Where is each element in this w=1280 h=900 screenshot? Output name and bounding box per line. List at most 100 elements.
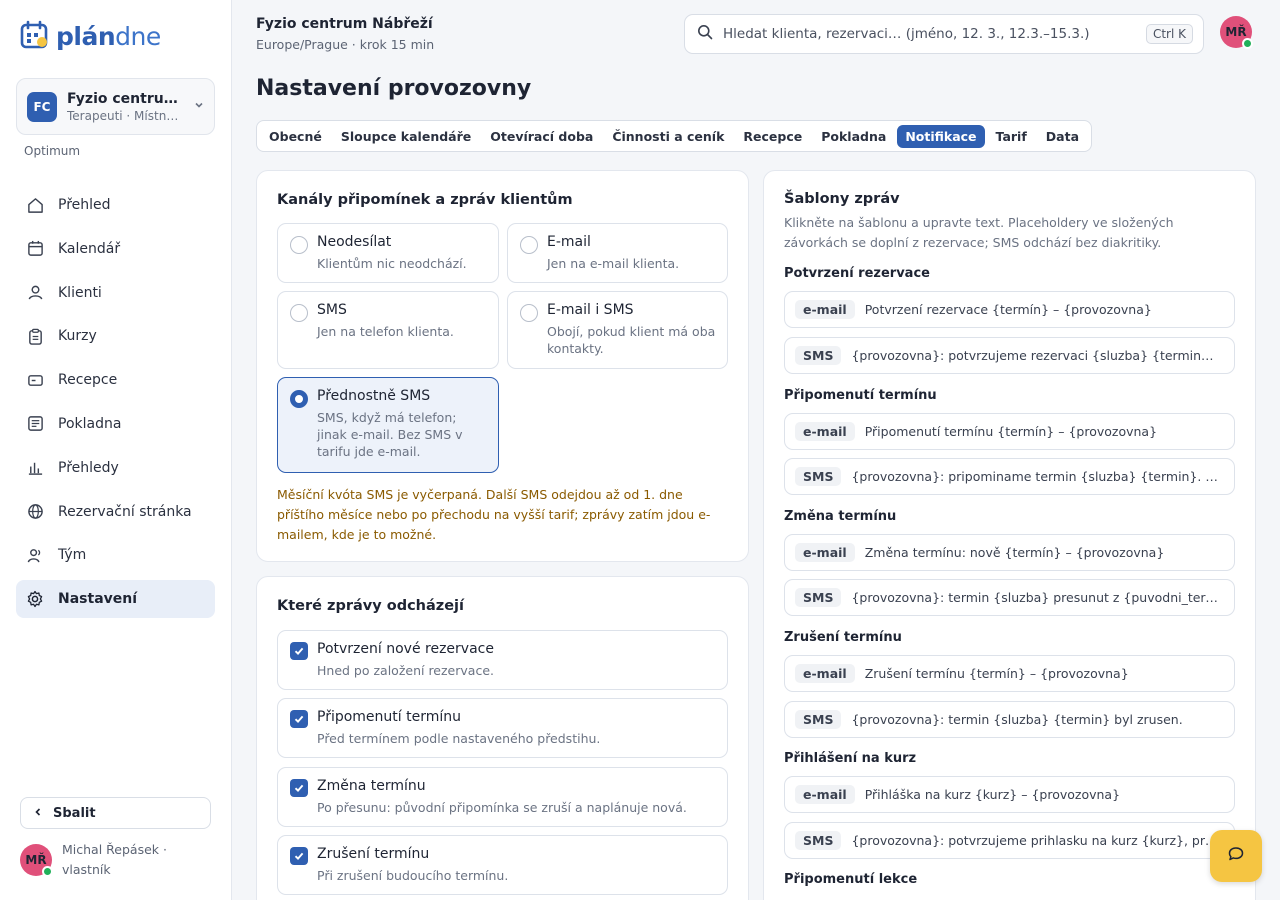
channel-tag: e-mail bbox=[795, 785, 855, 804]
nav-item-kalendar[interactable]: Kalendář bbox=[16, 230, 215, 268]
tab-sloupce-kalendare[interactable]: Sloupce kalendáře bbox=[333, 125, 479, 148]
tab-tarif[interactable]: Tarif bbox=[988, 125, 1035, 148]
online-status-dot bbox=[1242, 38, 1253, 49]
template-sms[interactable]: SMS {provozovna}: termin {sluzba} {termin… bbox=[784, 701, 1235, 738]
settings-tabs: Obecné Sloupce kalendáře Otevírací doba … bbox=[256, 120, 1093, 152]
nav-item-klienti[interactable]: Klienti bbox=[16, 274, 215, 312]
channel-option-email-and-sms[interactable]: E-mail i SMS Obojí, pokud klient má oba … bbox=[507, 291, 728, 369]
avatar: MŘ bbox=[20, 844, 53, 877]
nav-item-nastaveni[interactable]: Nastavení bbox=[16, 580, 215, 619]
nav-item-pokladna[interactable]: Pokladna bbox=[16, 405, 215, 443]
workspace-name: Fyzio centrum Nábřeží bbox=[67, 90, 184, 107]
radio-button[interactable] bbox=[520, 236, 538, 254]
channel-tag: SMS bbox=[795, 710, 842, 729]
nav-label: Recepce bbox=[58, 372, 118, 389]
workspace-switcher[interactable]: FC Fyzio centrum Nábřeží Terapeuti · Mís… bbox=[16, 78, 215, 135]
message-toggle-cancellation[interactable]: Zrušení termínu Při zrušení budoucího te… bbox=[277, 835, 728, 895]
radio-button[interactable] bbox=[520, 304, 538, 322]
template-email[interactable]: e-mail Potvrzení rezervace {termín} – {pr… bbox=[784, 291, 1235, 328]
channel-option-prefer-sms[interactable]: Přednostně SMS SMS, když má telefon; jin… bbox=[277, 377, 499, 473]
chevron-left-icon bbox=[33, 806, 43, 821]
card-icon bbox=[26, 371, 44, 389]
search-input[interactable] bbox=[723, 26, 1136, 42]
template-text: Změna termínu: nově {termín} – {provozov… bbox=[864, 545, 1165, 560]
chat-bubble-icon bbox=[1227, 845, 1245, 867]
brand-logo[interactable]: plándne bbox=[20, 20, 161, 54]
radio-button[interactable] bbox=[290, 236, 308, 254]
template-text: {provozovna}: termin {sluzba} presunut z… bbox=[851, 590, 1234, 605]
template-text: {provozovna}: potvrzujeme rezervaci {slu… bbox=[851, 348, 1234, 363]
messages-title: Které zprávy odcházejí bbox=[277, 598, 464, 614]
channel-tag: e-mail bbox=[795, 422, 855, 441]
message-toggle-confirmation[interactable]: Potvrzení nové rezervace Hned po založen… bbox=[277, 630, 728, 690]
nav-label: Kalendář bbox=[58, 240, 121, 257]
chat-button[interactable] bbox=[1210, 830, 1262, 882]
calendar-logo-icon bbox=[20, 20, 50, 54]
search-icon bbox=[697, 24, 713, 44]
template-group-title: Potvrzení rezervace bbox=[784, 266, 930, 281]
sidebar: plándne FC Fyzio centrum Nábřeží Terapeu… bbox=[0, 0, 232, 900]
search-box[interactable]: Ctrl K bbox=[684, 14, 1204, 54]
gear-icon bbox=[26, 590, 44, 608]
checkbox-checked[interactable] bbox=[290, 642, 308, 660]
channel-option-sms[interactable]: SMS Jen na telefon klienta. bbox=[277, 291, 499, 369]
template-sms[interactable]: SMS {provozovna}: termin {sluzba} presunu… bbox=[784, 579, 1235, 616]
nav-item-prehledy[interactable]: Přehledy bbox=[16, 449, 215, 487]
tab-cinnosti-a-cenik[interactable]: Činnosti a ceník bbox=[604, 125, 732, 148]
channel-tag: SMS bbox=[795, 588, 842, 607]
chevron-down-icon bbox=[194, 100, 204, 113]
template-sms[interactable]: SMS {provozovna}: potvrzujeme rezervaci {… bbox=[784, 337, 1235, 374]
collapse-label: Sbalit bbox=[53, 805, 96, 821]
option-title: Přednostně SMS bbox=[317, 388, 431, 404]
nav-item-tym[interactable]: Tým bbox=[16, 536, 215, 574]
collapse-sidebar-button[interactable]: Sbalit bbox=[20, 797, 211, 829]
user-profile[interactable]: MŘ Michal Řepásek · vlastník bbox=[20, 840, 192, 880]
option-description: Jen na e-mail klienta. bbox=[547, 256, 680, 271]
radio-button-selected[interactable] bbox=[290, 390, 308, 408]
template-email[interactable]: e-mail Zrušení termínu {termín} – {provoz… bbox=[784, 655, 1235, 692]
template-text: {provozovna}: termin {sluzba} {termin} b… bbox=[851, 712, 1183, 727]
checkbox-checked[interactable] bbox=[290, 710, 308, 728]
template-group-title: Připomenutí lekce bbox=[784, 872, 918, 887]
tab-notifikace[interactable]: Notifikace bbox=[897, 124, 985, 148]
template-text: Potvrzení rezervace {termín} – {provozov… bbox=[864, 302, 1152, 317]
nav-item-kurzy[interactable]: Kurzy bbox=[16, 317, 215, 355]
option-description: SMS, když má telefon; jinak e-mail. Bez … bbox=[317, 410, 463, 459]
tab-recepce[interactable]: Recepce bbox=[735, 125, 810, 148]
nav-label: Klienti bbox=[58, 284, 102, 301]
template-group-title: Změna termínu bbox=[784, 509, 897, 524]
tab-pokladna[interactable]: Pokladna bbox=[813, 125, 894, 148]
online-status-dot bbox=[42, 866, 53, 877]
message-toggle-reminder[interactable]: Připomenutí termínu Před termínem podle … bbox=[277, 698, 728, 758]
header-avatar[interactable]: MŘ bbox=[1220, 16, 1253, 49]
checkbox-checked[interactable] bbox=[290, 779, 308, 797]
user-name: Michal Řepásek · vlastník bbox=[62, 842, 167, 877]
templates-card: Šablony zpráv Klikněte na šablonu a upra… bbox=[763, 170, 1256, 900]
user-icon bbox=[26, 284, 44, 302]
tab-oteviraci-doba[interactable]: Otevírací doba bbox=[482, 125, 601, 148]
tab-obecne[interactable]: Obecné bbox=[261, 125, 330, 148]
radio-button[interactable] bbox=[290, 304, 308, 322]
template-email[interactable]: e-mail Přihláška na kurz {kurz} – {provoz… bbox=[784, 776, 1235, 813]
nav-item-recepce[interactable]: Recepce bbox=[16, 361, 215, 399]
template-sms[interactable]: SMS {provozovna}: pripominame termin {slu… bbox=[784, 458, 1235, 495]
page-title: Nastavení provozovny bbox=[256, 76, 532, 101]
option-description: Jen na telefon klienta. bbox=[317, 324, 454, 339]
workspace-subtitle: Terapeuti · Místnosti bbox=[67, 108, 184, 123]
messages-card: Které zprávy odcházejí Potvrzení nové re… bbox=[256, 576, 749, 900]
message-toggle-change[interactable]: Změna termínu Po přesunu: původní připom… bbox=[277, 767, 728, 827]
channel-option-neodesilat[interactable]: Neodesílat Klientům nic neodchází. bbox=[277, 223, 499, 283]
template-sms[interactable]: SMS {provozovna}: potvrzujeme prihlasku n… bbox=[784, 822, 1235, 859]
nav-item-prehled[interactable]: Přehled bbox=[16, 186, 215, 224]
template-email[interactable]: e-mail Připomenutí termínu {termín} – {pr… bbox=[784, 413, 1235, 450]
tab-data[interactable]: Data bbox=[1038, 125, 1087, 148]
nav-item-rezervacni-stranka[interactable]: Rezervační stránka bbox=[16, 493, 215, 531]
checkbox-checked[interactable] bbox=[290, 847, 308, 865]
channel-option-email[interactable]: E-mail Jen na e-mail klienta. bbox=[507, 223, 728, 283]
nav-label: Tým bbox=[58, 547, 87, 564]
channels-card: Kanály připomínek a zpráv klientům Neode… bbox=[256, 170, 749, 562]
sms-quota-warning: Měsíční kvóta SMS je vyčerpaná. Další SM… bbox=[277, 487, 711, 542]
org-timezone: Europe/Prague · krok 15 min bbox=[256, 37, 435, 52]
message-title: Zrušení termínu bbox=[317, 846, 430, 862]
template-email[interactable]: e-mail Změna termínu: nově {termín} – {pr… bbox=[784, 534, 1235, 571]
